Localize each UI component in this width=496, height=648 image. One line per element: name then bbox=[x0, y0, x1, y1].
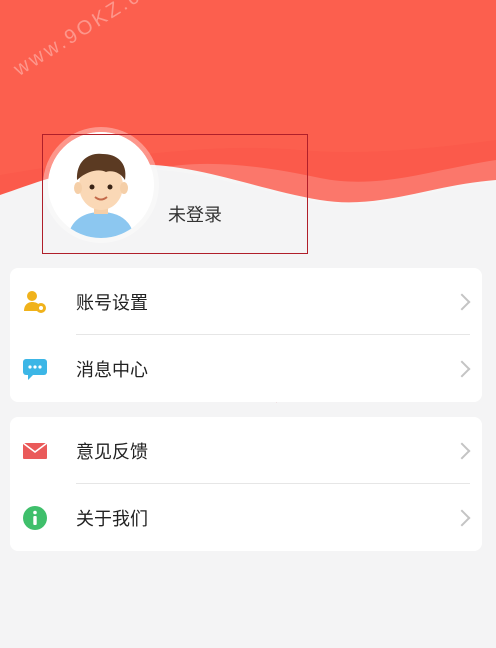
menu-item-label: 意见反馈 bbox=[76, 441, 148, 463]
envelope-icon bbox=[22, 438, 48, 464]
info-icon bbox=[22, 505, 48, 531]
menu-item-message-center[interactable]: 消息中心 bbox=[10, 335, 482, 402]
chat-bubble-icon bbox=[22, 356, 48, 382]
menu-item-label: 关于我们 bbox=[76, 508, 148, 530]
menu-item-label: 消息中心 bbox=[76, 359, 148, 381]
menu-card-account: 账号设置 消息中心 bbox=[10, 268, 482, 402]
chevron-right-icon bbox=[453, 360, 471, 377]
chevron-right-icon bbox=[453, 509, 471, 526]
menu-item-about-us[interactable]: 关于我们 bbox=[10, 484, 482, 551]
menu-card-info: 意见反馈 关于我们 bbox=[10, 417, 482, 551]
user-gear-icon bbox=[22, 289, 48, 315]
menu-item-account-settings[interactable]: 账号设置 bbox=[10, 268, 482, 335]
menu-item-feedback[interactable]: 意见反馈 bbox=[10, 417, 482, 484]
annotation-highlight-box bbox=[42, 134, 308, 254]
chevron-right-icon bbox=[453, 442, 471, 459]
menu-item-label: 账号设置 bbox=[76, 292, 148, 314]
chevron-right-icon bbox=[453, 293, 471, 310]
